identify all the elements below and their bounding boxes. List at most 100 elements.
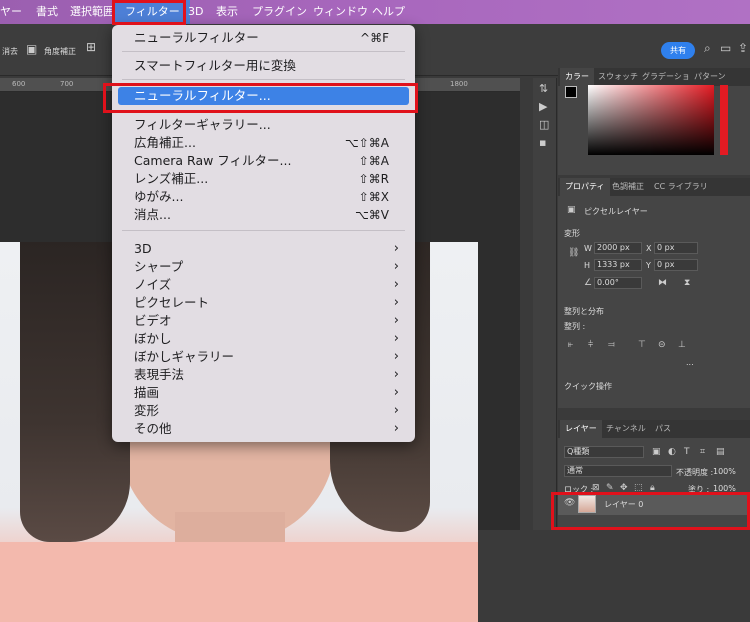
more-options[interactable]: ... [686, 358, 694, 367]
tab-swatches[interactable]: スウォッチ [598, 68, 638, 86]
menu-type[interactable]: 書式 [36, 0, 58, 24]
menu-item-adaptive-wide-angle[interactable]: 広角補正... ⌥⇧⌘A [112, 134, 415, 152]
tab-paths[interactable]: パス [655, 420, 671, 438]
menu-item-3d[interactable]: 3D › [112, 240, 415, 258]
tab-patterns[interactable]: パターン [694, 68, 726, 86]
menu-item-blur[interactable]: ぼかし › [112, 330, 415, 348]
y-field[interactable]: 0 px [654, 259, 698, 271]
tab-color[interactable]: カラー [560, 68, 594, 86]
menu-separator [122, 79, 405, 80]
chevron-right-icon: › [393, 241, 399, 256]
y-label: Y [646, 261, 651, 270]
tab-properties[interactable]: プロパティ [560, 178, 610, 196]
h-label: H [584, 261, 591, 270]
menu-item-distort[interactable]: 変形 › [112, 402, 415, 420]
menu-item-lens-correction[interactable]: レンズ補正... ⇧⌘R [112, 170, 415, 188]
menu-item-blur-gallery[interactable]: ぼかしギャラリー › [112, 348, 415, 366]
chevron-right-icon: › [393, 313, 399, 328]
align-bottom-icon[interactable]: ⊥ [678, 340, 686, 350]
foreground-color-swatch[interactable] [565, 86, 577, 98]
tab-channels[interactable]: チャンネル [606, 420, 646, 438]
menu-select[interactable]: 選択範囲 [70, 0, 114, 24]
history-icon[interactable]: ⇅ [539, 82, 548, 95]
width-field[interactable]: 2000 px [594, 242, 642, 254]
align-right-icon[interactable]: ⫤ [608, 340, 615, 350]
menu-item-shortcut: ⇧⌘X [358, 190, 389, 204]
tab-gradients[interactable]: グラデーショ [642, 68, 690, 86]
menu-item-label: ニューラルフィルター [134, 30, 259, 45]
tab-layers[interactable]: レイヤー [560, 420, 602, 438]
menu-item-label: ゆがみ... [134, 189, 184, 204]
menu-plugins[interactable]: プラグイン [252, 0, 307, 24]
menu-window[interactable]: ウィンドウ [313, 0, 368, 24]
flip-horizontal-icon[interactable]: ⧓ [658, 278, 667, 288]
chevron-right-icon: › [393, 403, 399, 418]
menu-item-video[interactable]: ビデオ › [112, 312, 415, 330]
comment-icon[interactable]: ▪ [539, 136, 546, 149]
opacity-value[interactable]: 100% [713, 467, 736, 476]
share-button[interactable]: 共有 [661, 42, 695, 59]
color-field[interactable] [588, 85, 714, 155]
shape-filter-icon[interactable]: ⌗ [700, 447, 705, 457]
menu-item-shortcut: ⌥⌘V [354, 208, 389, 222]
menu-item-camera-raw[interactable]: Camera Raw フィルター... ⇧⌘A [112, 152, 415, 170]
play-icon[interactable]: ▶ [539, 100, 547, 113]
ruler-tick: 1800 [450, 80, 468, 88]
menu-item-convert-smart-filter[interactable]: スマートフィルター用に変換 [112, 57, 415, 75]
menu-item-liquify[interactable]: ゆがみ... ⇧⌘X [112, 188, 415, 206]
align-middle-icon[interactable]: ⊝ [658, 340, 666, 350]
menu-item-stylize[interactable]: 表現手法 › [112, 366, 415, 384]
menu-help[interactable]: ヘルプ [372, 0, 405, 24]
w-label: W [584, 244, 592, 253]
x-field[interactable]: 0 px [654, 242, 698, 254]
menu-item-vanishing-point[interactable]: 消点... ⌥⌘V [112, 206, 415, 224]
align-section-title[interactable]: 整列と分布 [564, 306, 604, 317]
hue-slider[interactable] [720, 85, 728, 155]
menu-layer[interactable]: ヤー [0, 0, 22, 24]
pixel-layer-icon: ▣ [567, 205, 576, 215]
menu-3d[interactable]: 3D [188, 0, 203, 24]
chevron-right-icon: › [393, 349, 399, 364]
ruler-tool-icon[interactable]: ▣ [26, 42, 37, 56]
type-filter-icon[interactable]: T [684, 447, 690, 457]
adjustment-filter-icon[interactable]: ◐ [668, 447, 676, 457]
brush-settings-icon[interactable]: ◫ [539, 118, 549, 131]
menu-item-other[interactable]: その他 › [112, 420, 415, 438]
ruler-tick: 600 [12, 80, 26, 88]
grid-overlay-icon[interactable]: ⊞ [86, 40, 96, 54]
blend-mode-select[interactable]: 通常 [564, 465, 672, 477]
menu-view[interactable]: 表示 [216, 0, 238, 24]
pixel-filter-icon[interactable]: ▣ [652, 447, 661, 457]
tab-adjustments[interactable]: 色調補正 [612, 178, 644, 196]
transform-section-title[interactable]: 変形 [564, 228, 580, 239]
share-menu-icon[interactable]: ⇪ [738, 41, 748, 55]
height-field[interactable]: 1333 px [594, 259, 642, 271]
x-label: X [646, 244, 652, 253]
menu-item-pixelate[interactable]: ピクセレート › [112, 294, 415, 312]
quick-actions-title[interactable]: クイック操作 [564, 381, 612, 392]
properties-panel: プロパティ 色調補正 CC ライブラリ ▣ ピクセルレイヤー 変形 ⛓ W 20… [558, 178, 750, 408]
flip-vertical-icon[interactable]: ⧗ [684, 278, 690, 288]
menu-item-noise[interactable]: ノイズ › [112, 276, 415, 294]
menu-item-filter-gallery[interactable]: フィルターギャラリー... [112, 116, 415, 134]
menu-item-sharpen[interactable]: シャープ › [112, 258, 415, 276]
align-center-icon[interactable]: ⫩ [588, 340, 593, 350]
menu-item-last-filter[interactable]: ニューラルフィルター ^⌘F [112, 29, 415, 47]
chevron-right-icon: › [393, 295, 399, 310]
tab-cc-libraries[interactable]: CC ライブラリ [654, 178, 708, 196]
opacity-label: 不透明度 : [676, 468, 714, 477]
layer-kind-filter[interactable]: Q種類 [564, 446, 644, 458]
align-left-icon[interactable]: ⫦ [568, 340, 573, 350]
angle-field[interactable]: 0.00° [594, 277, 642, 289]
chevron-right-icon: › [393, 367, 399, 382]
workspace-icon[interactable]: ▭ [720, 41, 731, 55]
erase-label[interactable]: 消去 [2, 46, 18, 57]
align-top-icon[interactable]: ⊤ [638, 340, 646, 350]
search-icon[interactable]: ⌕ [704, 41, 711, 56]
straighten-label[interactable]: 角度補正 [44, 46, 76, 57]
chevron-right-icon: › [393, 421, 399, 436]
menu-item-label: ビデオ [134, 313, 172, 328]
link-icon[interactable]: ⛓ [568, 248, 579, 258]
smart-object-filter-icon[interactable]: ▤ [716, 447, 725, 457]
menu-item-render[interactable]: 描画 › [112, 384, 415, 402]
